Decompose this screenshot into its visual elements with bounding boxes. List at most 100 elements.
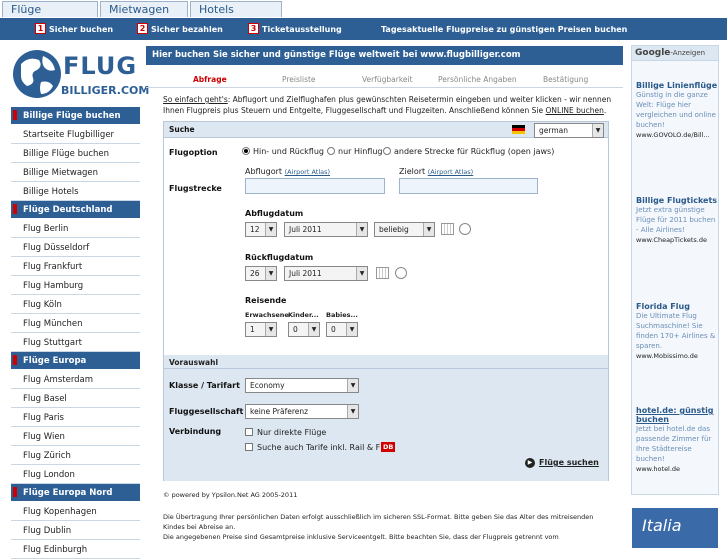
site-logo[interactable]: FLUG BILLIGER.COM	[11, 46, 149, 104]
tab-mietwagen[interactable]: Mietwagen	[100, 1, 188, 17]
language-select[interactable]: german ▼	[534, 123, 604, 138]
sidebar-item[interactable]: Flug Wien	[11, 427, 140, 446]
clock-icon[interactable]	[459, 223, 471, 235]
tab-fluege[interactable]: Flüge	[2, 1, 98, 17]
italia-banner[interactable]: Italia	[632, 508, 718, 548]
intro-lead: So einfach geht's	[163, 95, 228, 104]
airline-label: Fluggesellschaft	[169, 407, 244, 416]
sidebar-item[interactable]: Flug London	[11, 465, 140, 484]
abflug-month-select[interactable]: Juli 2011 ▼	[284, 222, 368, 237]
sidebar-label: Flug Edinburgh	[23, 545, 88, 555]
search-flights-button[interactable]: Flüge suchen	[539, 458, 599, 467]
clock-icon[interactable]	[395, 267, 407, 279]
intro-end: .	[603, 106, 607, 115]
tab-hotels[interactable]: Hotels	[190, 1, 282, 17]
step-number-2: 2	[137, 23, 148, 34]
step-number-3: 3	[248, 23, 259, 34]
sidebar-heading: Flüge Europa	[11, 352, 140, 370]
ad-item[interactable]: hotel.de: günstig buchen Jetzt bei hotel.…	[636, 406, 718, 473]
rueck-day-select[interactable]: 26 ▼	[245, 266, 277, 281]
powered-by: © powered by Ypsilon.Net AG 2005-2011	[163, 491, 298, 499]
ad-item[interactable]: Billige Flugtickets Jetzt extra günstige …	[636, 196, 718, 244]
ad-item[interactable]: Florida Flug Die Ultimate Flug Suchmaschi…	[636, 302, 718, 360]
sidebar-item[interactable]: Flug Zürich	[11, 446, 140, 465]
step-number-1: 1	[35, 23, 46, 34]
sidebar-item[interactable]: Flug Frankfurt	[11, 257, 140, 276]
logo-line-1: FLUG	[63, 52, 138, 80]
ad-desc: Jetzt extra günstige Flüge für 2011 buch…	[636, 206, 716, 234]
step-abfrage: Abfrage	[193, 75, 227, 84]
chevron-down-icon: ▼	[592, 124, 603, 137]
ad-title[interactable]: Florida Flug	[636, 302, 718, 311]
rueck-month-select[interactable]: Juli 2011 ▼	[284, 266, 368, 281]
sidebar-item[interactable]: Flug Stuttgart	[11, 333, 140, 352]
sidebar-item[interactable]: Flug Paris	[11, 408, 140, 427]
sidebar-item[interactable]: Billige Flüge buchen	[11, 144, 140, 163]
booking-steps: Abfrage Preisliste Verfügbarkeit Persönl…	[146, 70, 623, 88]
chevron-down-icon: ▼	[423, 223, 434, 236]
direct-flights-checkbox[interactable]	[245, 428, 253, 436]
sidebar-item[interactable]: Billige Mietwagen	[11, 163, 140, 182]
rail-fly-checkbox[interactable]	[245, 443, 253, 451]
sidebar-item[interactable]: Flug München	[11, 314, 140, 333]
airline-select[interactable]: keine Präferenz ▼	[245, 404, 359, 419]
klasse-select[interactable]: Economy ▼	[245, 378, 359, 393]
step-persoenliche-angaben: Persönliche Angaben	[438, 75, 517, 84]
calendar-icon[interactable]	[376, 267, 389, 279]
pax-adults-select[interactable]: 1 ▼	[245, 322, 277, 337]
ad-title[interactable]: hotel.de: günstig buchen	[636, 406, 718, 424]
red-marker-icon	[13, 355, 17, 365]
sidebar-label: Flug Frankfurt	[23, 262, 83, 272]
ad-url[interactable]: www.CheapTickets.de	[636, 236, 718, 244]
sidebar-label: Flüge Deutschland	[23, 205, 113, 215]
sidebar-label: Flug London	[23, 470, 75, 480]
direct-flights-label: Nur direkte Flüge	[257, 428, 327, 437]
zielort-input[interactable]	[399, 178, 538, 194]
footer-text: © powered by Ypsilon.Net AG 2005-2011 Di…	[163, 490, 613, 542]
zielort-atlas-link[interactable]: (Airport Atlas)	[428, 168, 473, 176]
ad-url[interactable]: www.GOVOLO.de/Bill...	[636, 131, 718, 139]
calendar-icon[interactable]	[441, 223, 454, 235]
ad-item[interactable]: Billige Linienflüge Günstig in die ganze …	[636, 81, 718, 139]
sidebar-item[interactable]: Flug Köln	[11, 295, 140, 314]
sidebar-item[interactable]: Flug Basel	[11, 389, 140, 408]
abflug-time-select[interactable]: beliebig ▼	[374, 222, 435, 237]
radio-openjaw-label: andere Strecke für Rückflug (open jaws)	[394, 147, 555, 156]
sidebar-heading: Flüge Deutschland	[11, 201, 140, 219]
pax-children-select[interactable]: 0 ▼	[288, 322, 320, 337]
abflug-day-select[interactable]: 12 ▼	[245, 222, 277, 237]
radio-roundtrip[interactable]	[242, 147, 250, 155]
sidebar-nav: Billige Flüge buchen Startseite Flugbilli…	[11, 107, 140, 559]
abflugort-atlas-link[interactable]: (Airport Atlas)	[285, 168, 330, 176]
pax-babies-select[interactable]: 0 ▼	[326, 322, 358, 337]
vorauswahl-label: Vorauswahl	[164, 355, 608, 369]
ad-url[interactable]: www.hotel.de	[636, 465, 718, 473]
ad-title[interactable]: Billige Flugtickets	[636, 196, 718, 205]
online-booking-link[interactable]: ONLINE buchen	[546, 106, 604, 115]
pax-children-label: Kinder...	[288, 311, 319, 319]
sidebar-item[interactable]: Startseite Flugbilliger	[11, 125, 140, 144]
feature-secure-payment: Sicher bezahlen	[151, 25, 223, 34]
sidebar-item[interactable]: Flug Amsterdam	[11, 370, 140, 389]
sidebar-item[interactable]: Flug Hamburg	[11, 276, 140, 295]
sidebar-label: Billige Hotels	[23, 187, 79, 197]
abflug-month-value: Juli 2011	[289, 225, 322, 234]
sidebar-item[interactable]: Flug Edinburgh	[11, 540, 140, 559]
google-logo: Google	[635, 48, 671, 58]
sidebar-item[interactable]: Flug Kopenhagen	[11, 502, 140, 521]
sidebar-heading: Billige Flüge buchen	[11, 107, 140, 125]
sidebar-label: Flüge Europa Nord	[23, 488, 113, 498]
sidebar-item[interactable]: Flug Düsseldorf	[11, 238, 140, 257]
sidebar-item[interactable]: Flug Dublin	[11, 521, 140, 540]
sidebar-item[interactable]: Flug Berlin	[11, 219, 140, 238]
radio-openjaw[interactable]	[383, 147, 391, 155]
ad-title[interactable]: Billige Linienflüge	[636, 81, 718, 90]
sidebar-label: Flug Düsseldorf	[23, 243, 90, 253]
play-arrow-icon[interactable]: ▶	[525, 458, 535, 468]
page-title: Hier buchen Sie sicher und günstige Flüg…	[146, 46, 623, 65]
abflugort-input[interactable]	[245, 178, 385, 194]
ad-url[interactable]: www.Mobissimo.de	[636, 352, 718, 360]
sidebar-item[interactable]: Billige Hotels	[11, 182, 140, 201]
radio-oneway[interactable]	[327, 147, 335, 155]
intro-text: So einfach geht's: Abflugort und Zielflu…	[163, 94, 613, 116]
